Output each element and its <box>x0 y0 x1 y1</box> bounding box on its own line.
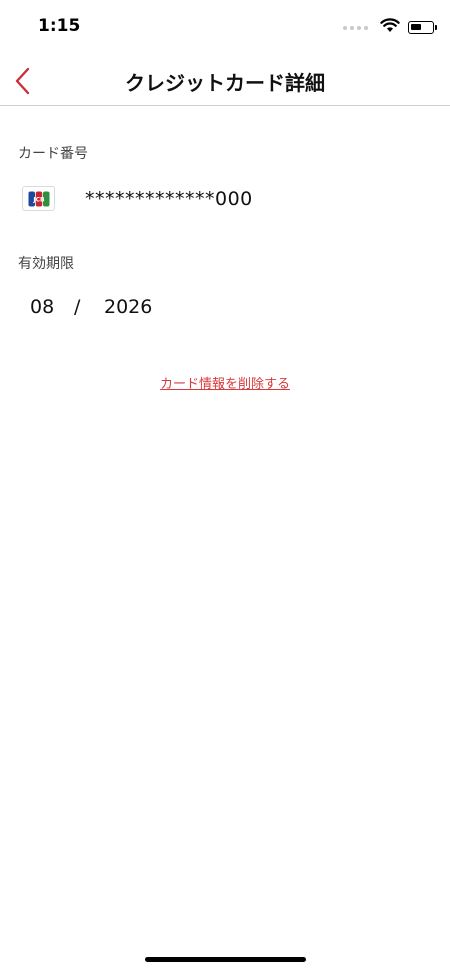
card-number-label: カード番号 <box>18 146 88 162</box>
battery-icon <box>408 21 437 34</box>
jcb-brand-text: JCB <box>32 196 45 203</box>
credit-card-detail-screen: 1:15 クレジットカード詳細 カード番号 JCB *************0… <box>0 0 450 974</box>
masked-card-number: *************000 <box>85 187 253 210</box>
page-title: クレジットカード詳細 <box>125 71 325 95</box>
cellular-signal-icon <box>343 25 368 30</box>
status-time: 1:15 <box>38 16 81 36</box>
wifi-icon <box>380 18 400 37</box>
delete-card-link[interactable]: カード情報を削除する <box>0 373 450 392</box>
home-indicator <box>145 957 306 962</box>
jcb-logo-icon: JCB <box>22 186 55 211</box>
navigation-header: クレジットカード詳細 <box>0 56 450 106</box>
status-icons <box>343 18 437 37</box>
expiry-separator: / <box>74 296 81 318</box>
expiry-year: 2026 <box>104 296 153 318</box>
card-number-row: JCB *************000 <box>22 186 253 211</box>
expiry-row: 08 / 2026 <box>30 296 152 318</box>
expiry-label: 有効期限 <box>18 256 74 272</box>
expiry-month: 08 <box>30 296 55 318</box>
status-bar: 1:15 <box>0 0 450 56</box>
